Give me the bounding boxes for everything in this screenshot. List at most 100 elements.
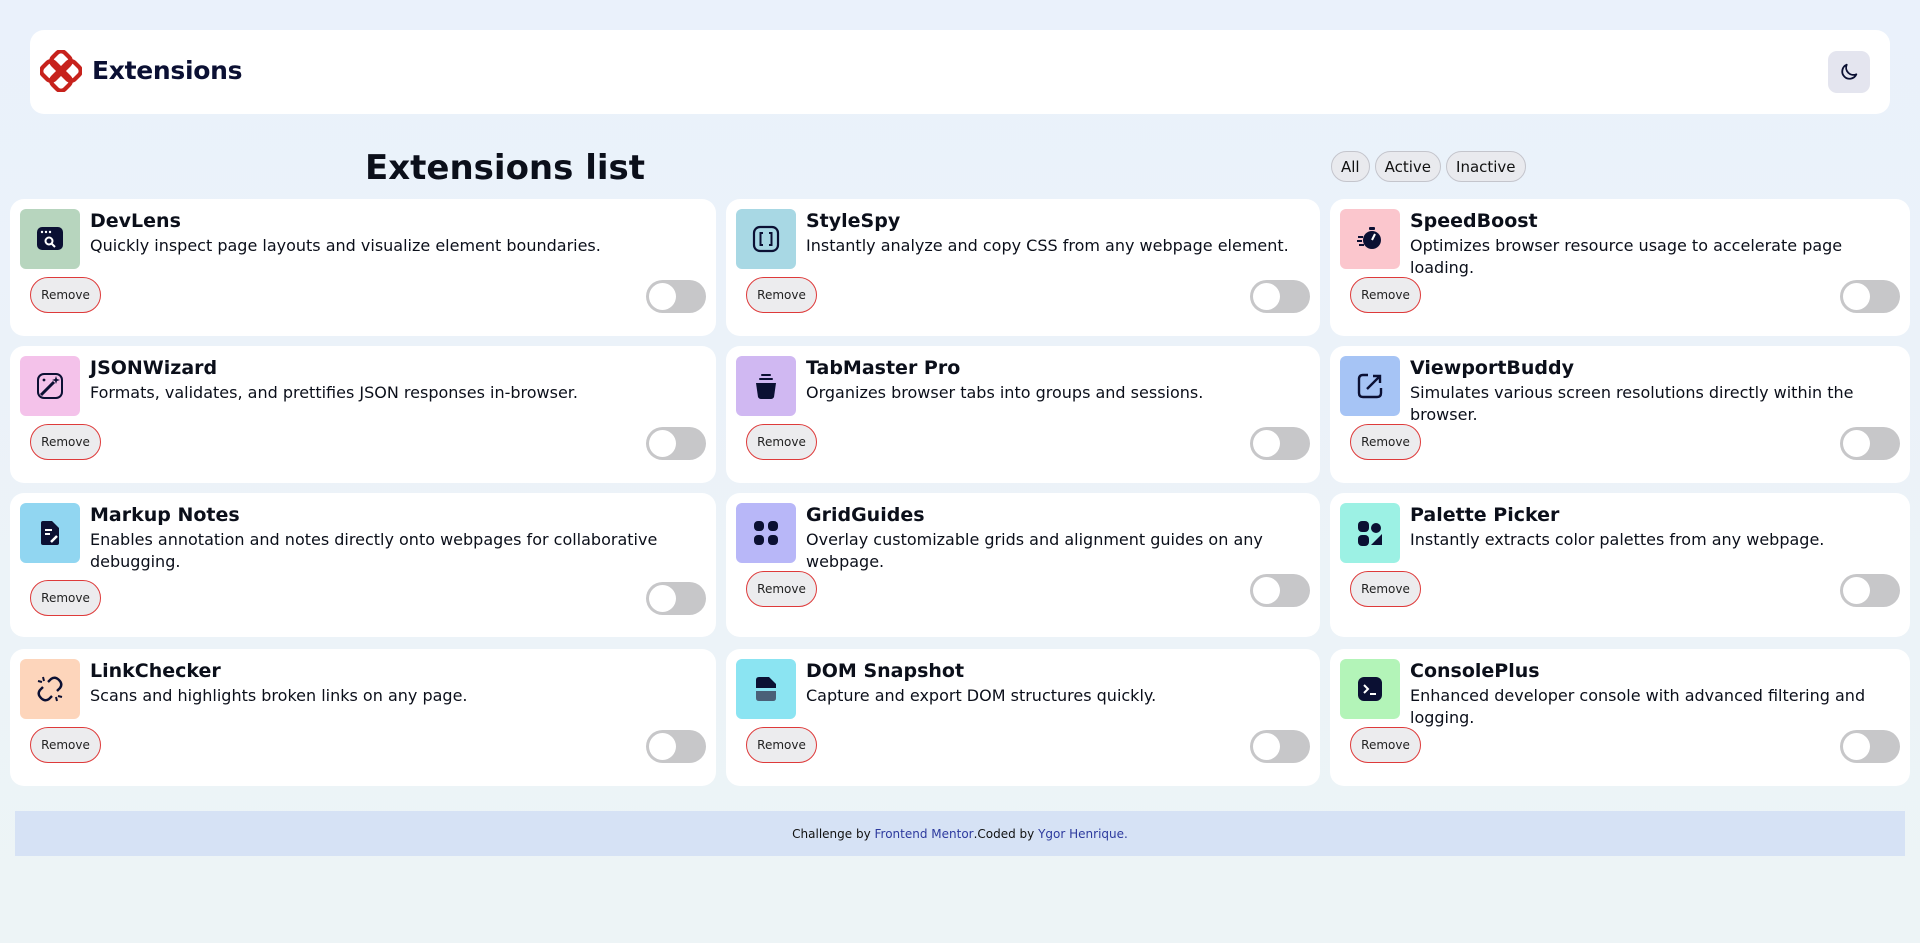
remove-button[interactable]: Remove [30, 424, 101, 460]
toggle-knob [649, 430, 676, 457]
extension-toggle[interactable] [1840, 574, 1900, 607]
filter-group: All Active Inactive [1331, 151, 1526, 182]
toggle-knob [1253, 430, 1280, 457]
extension-card: TabMaster Pro Organizes browser tabs int… [726, 346, 1320, 483]
extension-card: StyleSpy Instantly analyze and copy CSS … [726, 199, 1320, 336]
remove-button[interactable]: Remove [746, 571, 817, 607]
moon-icon [1841, 63, 1858, 80]
extension-card: Palette Picker Instantly extracts color … [1330, 493, 1910, 637]
extension-name: DevLens [90, 210, 181, 232]
extension-toggle[interactable] [646, 280, 706, 313]
toggle-knob [1843, 430, 1870, 457]
extension-toggle[interactable] [1840, 730, 1900, 763]
extension-toggle[interactable] [646, 427, 706, 460]
extension-description: Formats, validates, and prettifies JSON … [90, 383, 578, 402]
toggle-knob [1843, 283, 1870, 310]
frontend-mentor-link[interactable]: Frontend Mentor [875, 827, 974, 841]
linkchecker-icon [20, 659, 80, 719]
extension-card: LinkChecker Scans and highlights broken … [10, 649, 716, 786]
extension-name: DOM Snapshot [806, 660, 965, 682]
extension-name: ViewportBuddy [1410, 357, 1575, 379]
extension-description: Optimizes browser resource usage to acce… [1410, 236, 1843, 277]
header: Extensions [30, 30, 1890, 114]
speedboost-icon [1340, 209, 1400, 269]
extension-card: JSONWizard Formats, validates, and prett… [10, 346, 716, 483]
toggle-knob [649, 733, 676, 760]
toggle-knob [1253, 283, 1280, 310]
palettepicker-icon [1340, 503, 1400, 563]
tabmaster-icon [736, 356, 796, 416]
toggle-knob [1843, 577, 1870, 604]
remove-button[interactable]: Remove [746, 727, 817, 763]
extension-toggle[interactable] [1250, 427, 1310, 460]
page-title: Extensions list [365, 148, 646, 188]
remove-button[interactable]: Remove [30, 727, 101, 763]
extension-toggle[interactable] [1250, 730, 1310, 763]
remove-button[interactable]: Remove [1350, 727, 1421, 763]
extension-toggle[interactable] [1250, 574, 1310, 607]
extension-name: TabMaster Pro [806, 357, 961, 379]
stylespy-icon [736, 209, 796, 269]
extension-card: DevLens Quickly inspect page layouts and… [10, 199, 716, 336]
extension-name: ConsolePlus [1410, 660, 1540, 682]
filter-active-button[interactable]: Active [1374, 151, 1442, 182]
extension-toggle[interactable] [1840, 427, 1900, 460]
remove-button[interactable]: Remove [30, 580, 101, 616]
extension-name: LinkChecker [90, 660, 221, 682]
extension-description: Simulates various screen resolutions dir… [1410, 383, 1854, 424]
extension-card: SpeedBoost Optimizes browser resource us… [1330, 199, 1910, 336]
extension-card: Markup Notes Enables annotation and note… [10, 493, 716, 637]
footer-suffix: . [1124, 826, 1128, 841]
toggle-knob [649, 283, 676, 310]
remove-button[interactable]: Remove [30, 277, 101, 313]
extension-toggle[interactable] [1250, 280, 1310, 313]
domsnapshot-icon [736, 659, 796, 719]
filter-inactive-button[interactable]: Inactive [1446, 151, 1526, 182]
filter-all-button[interactable]: All [1331, 151, 1370, 182]
footer-challenge-prefix: Challenge by [792, 826, 875, 841]
footer-coded-prefix: .Coded by [973, 826, 1039, 841]
remove-button[interactable]: Remove [1350, 277, 1421, 313]
theme-toggle-button[interactable] [1828, 51, 1870, 93]
markupnotes-icon [20, 503, 80, 563]
extension-toggle[interactable] [646, 730, 706, 763]
toggle-knob [1253, 577, 1280, 604]
extension-description: Capture and export DOM structures quickl… [806, 686, 1157, 705]
extension-name: JSONWizard [90, 357, 218, 379]
author-link[interactable]: Ygor Henrique [1038, 827, 1124, 841]
footer: Challenge by Frontend Mentor .Coded by Y… [15, 811, 1905, 856]
extension-card: ConsolePlus Enhanced developer console w… [1330, 649, 1910, 786]
extension-name: Palette Picker [1410, 504, 1560, 526]
extension-description: Organizes browser tabs into groups and s… [806, 383, 1204, 402]
remove-button[interactable]: Remove [1350, 424, 1421, 460]
logo-text: Extensions [92, 56, 243, 85]
extension-name: GridGuides [806, 504, 925, 526]
extension-description: Enables annotation and notes directly on… [90, 530, 658, 571]
devlens-icon [20, 209, 80, 269]
jsonwizard-icon [20, 356, 80, 416]
extension-description: Instantly extracts color palettes from a… [1410, 530, 1825, 549]
remove-button[interactable]: Remove [746, 424, 817, 460]
viewportbuddy-icon [1340, 356, 1400, 416]
extension-name: SpeedBoost [1410, 210, 1538, 232]
remove-button[interactable]: Remove [1350, 571, 1421, 607]
extension-description: Quickly inspect page layouts and visuali… [90, 236, 601, 255]
toggle-knob [649, 585, 676, 612]
gridguides-icon [736, 503, 796, 563]
extension-toggle[interactable] [646, 582, 706, 615]
remove-button[interactable]: Remove [746, 277, 817, 313]
extension-description: Scans and highlights broken links on any… [90, 686, 468, 705]
logo-icon [40, 50, 82, 92]
extension-description: Overlay customizable grids and alignment… [806, 530, 1263, 571]
extension-name: StyleSpy [806, 210, 901, 232]
toggle-knob [1253, 733, 1280, 760]
consoleplus-icon [1340, 659, 1400, 719]
toggle-knob [1843, 733, 1870, 760]
extension-toggle[interactable] [1840, 280, 1900, 313]
extension-card: GridGuides Overlay customizable grids an… [726, 493, 1320, 637]
extension-name: Markup Notes [90, 504, 240, 526]
extension-description: Instantly analyze and copy CSS from any … [806, 236, 1289, 255]
extension-card: ViewportBuddy Simulates various screen r… [1330, 346, 1910, 483]
extension-card: DOM Snapshot Capture and export DOM stru… [726, 649, 1320, 786]
extension-description: Enhanced developer console with advanced… [1410, 686, 1866, 727]
